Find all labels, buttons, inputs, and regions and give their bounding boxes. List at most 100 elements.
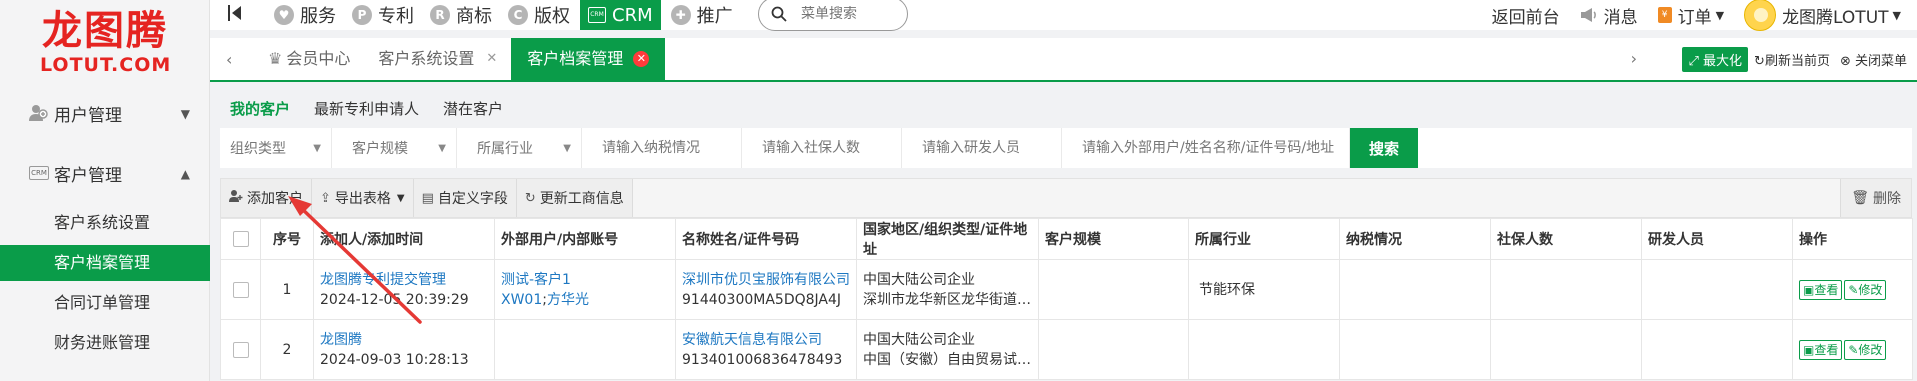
delete-button[interactable]: 🗑 删除: [1840, 179, 1911, 217]
collapse-sidebar-icon[interactable]: [228, 5, 242, 25]
tab-customer-archive[interactable]: 客户档案管理 ✕: [511, 38, 666, 80]
maximize-button[interactable]: ⤢ 最大化: [1682, 46, 1749, 72]
table-row: 1 龙图腾专利提交管理 2024-12-05 20:39:29 测试-客户1 XW0…: [220, 259, 1913, 320]
top-nav-promotion[interactable]: ✚ 推广: [663, 0, 741, 30]
add-customer-button[interactable]: 添加客户: [221, 179, 312, 217]
edit-label: 修改: [1858, 342, 1883, 357]
company-name-link[interactable]: 安徽航天信息有限公司: [682, 330, 856, 350]
table-toolbar: 添加客户 ⇪ 导出表格 ▼ ▤ 自定义字段 ↻ 更新工商信息 🗑 删除: [220, 178, 1912, 218]
table-row: 2 龙图腾 2024-09-03 10:28:13 安徽航天信息有限公司 91340…: [220, 319, 1913, 380]
column-header: 社保人数: [1490, 218, 1642, 260]
custom-fields-label: 自定义字段: [437, 191, 508, 207]
internal-account: XW01;方华光: [501, 290, 675, 310]
row-select-cell[interactable]: [220, 319, 261, 380]
internal-account-code[interactable]: XW01: [501, 292, 542, 308]
tab-scroll-right-icon[interactable]: ›: [1631, 49, 1637, 68]
caret-down-icon: ▼: [1892, 8, 1901, 22]
external-user-link[interactable]: 测试-客户1: [501, 270, 675, 290]
caret-down-icon: ▼: [313, 142, 321, 154]
top-nav-patent[interactable]: P 专利: [344, 0, 422, 30]
menu-search[interactable]: [758, 0, 908, 31]
column-header: 国家地区/组织类型/证件地址: [856, 218, 1039, 260]
orders-dropdown[interactable]: ¥ 订单 ▼: [1657, 3, 1725, 28]
tab-member-center[interactable]: ♛ 会员中心: [254, 38, 364, 80]
company-name-link[interactable]: 深圳市优贝宝服饰有限公司: [682, 270, 856, 290]
sidebar-item-customer-archive[interactable]: 客户档案管理: [0, 245, 210, 281]
keyword-input[interactable]: [1072, 128, 1350, 168]
row-checkbox[interactable]: [232, 281, 249, 298]
messages-label: 消息: [1603, 7, 1638, 28]
sidebar-item-customer-settings[interactable]: 客户系统设置: [0, 205, 210, 241]
subtab-latest-applicants[interactable]: 最新专利申请人: [314, 98, 419, 119]
scale-cell: [1038, 319, 1189, 380]
region-cell: 中国大陆公司企业 中国（安徽）自由贸易试验…: [856, 319, 1039, 380]
org-type-select[interactable]: 组织类型 ▼: [220, 128, 332, 168]
top-nav-crm[interactable]: CRM CRM: [580, 0, 661, 30]
edit-button[interactable]: ✎修改: [1844, 339, 1887, 360]
refresh-page-button[interactable]: ↻刷新当前页: [1754, 50, 1830, 69]
subtab-my-customers[interactable]: 我的客户: [230, 98, 290, 119]
customer-subtabs: 我的客户 最新专利申请人 潜在客户: [230, 94, 527, 122]
tab-scroll-left-icon[interactable]: ‹: [226, 50, 232, 69]
tab-label: 客户档案管理: [527, 49, 624, 68]
delete-label: 删除: [1873, 191, 1901, 207]
view-button[interactable]: ▣查看: [1799, 339, 1843, 360]
adder-link[interactable]: 龙图腾专利提交管理: [320, 270, 494, 290]
caret-down-icon: ▼: [1715, 8, 1725, 22]
sidebar-group-label: 客户管理: [54, 165, 122, 186]
tax-input[interactable]: [592, 128, 742, 168]
chevron-down-icon: ▼: [180, 107, 190, 121]
custom-fields-button[interactable]: ▤ 自定义字段: [413, 179, 517, 217]
close-icon[interactable]: ✕: [633, 51, 650, 67]
export-label: 导出表格: [334, 191, 391, 207]
industry-select[interactable]: 所属行业 ▼: [467, 128, 582, 168]
actions-cell: ▣查看 ✎修改: [1792, 259, 1913, 320]
edit-button[interactable]: ✎修改: [1844, 279, 1887, 300]
back-to-frontend-link[interactable]: 返回前台: [1492, 3, 1560, 28]
tab-customer-settings[interactable]: 客户系统设置 ✕: [364, 38, 511, 80]
row-index: 2: [260, 319, 314, 380]
user-menu[interactable]: 龙图腾LOTUT ▼: [1744, 0, 1901, 31]
rd-staff-input[interactable]: [912, 128, 1062, 168]
menu-search-input[interactable]: [801, 6, 901, 22]
search-button[interactable]: 搜索: [1350, 128, 1418, 168]
social-cell: [1490, 259, 1642, 320]
column-header: 外部用户/内部账号: [494, 218, 676, 260]
subtab-potential-customers[interactable]: 潜在客户: [443, 98, 503, 119]
close-menu-button[interactable]: ⊗ 关闭菜单: [1840, 50, 1907, 69]
top-nav-copyright[interactable]: C 版权: [500, 0, 578, 30]
customer-table: 序号 添加人/添加时间 外部用户/内部账号 名称姓名/证件号码 国家地区/组织类…: [220, 218, 1913, 380]
brand-logo[interactable]: 龙图腾 LOTUT.COM: [40, 8, 170, 78]
internal-account-name[interactable]: 方华光: [547, 292, 589, 308]
crm-icon: CRM: [28, 164, 50, 182]
update-business-info-button[interactable]: ↻ 更新工商信息: [516, 179, 633, 217]
top-nav-label: 商标: [456, 6, 492, 27]
row-checkbox[interactable]: [232, 341, 249, 358]
id-number: 913401006836478493: [682, 351, 843, 368]
top-right-actions: 返回前台 消息 ¥ 订单 ▼ 龙图腾LOTUT ▼: [1492, 0, 1917, 31]
sidebar-group-user-management[interactable]: 用户管理 ▼: [0, 95, 210, 131]
messages-link[interactable]: 消息: [1580, 3, 1638, 28]
select-all-checkbox[interactable]: [232, 231, 249, 247]
org-type: 中国大陆公司企业: [863, 271, 975, 288]
user-name: 龙图腾LOTUT: [1782, 7, 1889, 28]
filter-bar: 组织类型 ▼ 客户规模 ▼ 所属行业 ▼ 搜索: [220, 128, 1912, 168]
export-table-button[interactable]: ⇪ 导出表格 ▼: [312, 179, 414, 217]
avatar: [1744, 0, 1777, 31]
social-insurance-input[interactable]: [752, 128, 902, 168]
adder-link[interactable]: 龙图腾: [320, 330, 494, 350]
customer-scale-select[interactable]: 客户规模 ▼: [342, 128, 457, 168]
select-all-cell[interactable]: [220, 218, 261, 260]
refresh-icon: ↻: [524, 190, 536, 206]
top-nav-service[interactable]: ♥ 服务: [266, 0, 344, 30]
sidebar-item-contract-orders[interactable]: 合同订单管理: [0, 285, 210, 321]
caret-down-icon: ▼: [396, 192, 405, 204]
view-button[interactable]: ▣查看: [1799, 279, 1843, 300]
top-nav-trademark[interactable]: R 商标: [422, 0, 500, 30]
close-icon[interactable]: ✕: [486, 38, 497, 80]
list-icon: ▤: [421, 190, 434, 206]
orders-label: 订单: [1677, 7, 1712, 28]
row-select-cell[interactable]: [220, 259, 261, 320]
sidebar-item-finance-income[interactable]: 财务进账管理: [0, 325, 210, 361]
sidebar-group-customer-management[interactable]: CRM 客户管理 ▲: [0, 155, 210, 191]
